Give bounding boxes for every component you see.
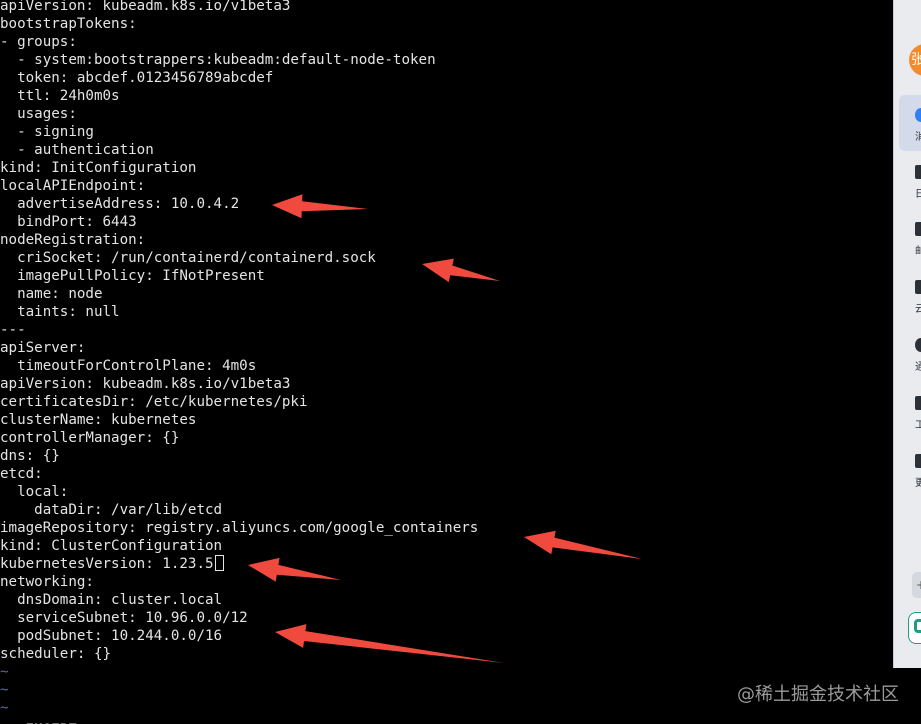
- annotation-arrow: [422, 258, 500, 283]
- annotation-arrow: [275, 624, 504, 663]
- calendar-icon: [915, 165, 921, 179]
- sidebar-item[interactable]: 通: [894, 338, 921, 382]
- annotation-arrow: [272, 194, 368, 219]
- annotation-arrow: [248, 557, 341, 582]
- sidebar-item[interactable]: 云: [894, 280, 921, 324]
- user-avatar[interactable]: 张: [909, 44, 921, 76]
- sidebar-item-label: 邮: [915, 242, 921, 257]
- contacts-icon: [915, 338, 921, 352]
- app-icon[interactable]: [908, 612, 921, 644]
- sidebar-item[interactable]: 邮: [894, 222, 921, 266]
- sidebar-item[interactable]: 更: [894, 454, 921, 498]
- annotation-arrows: [248, 194, 642, 663]
- sidebar-item-label: 更: [915, 474, 921, 489]
- sidebar-item-label: 日: [915, 185, 921, 200]
- terminal-editor[interactable]: apiVersion: kubeadm.k8s.io/v1beta3 bootst…: [0, 0, 893, 724]
- sidebar-item-label: 消: [915, 128, 921, 143]
- cloud-doc-icon: [915, 280, 921, 294]
- sidebar-item-label: 云: [915, 300, 921, 315]
- sidebar-item-label: 工: [915, 416, 921, 431]
- chat-app-sidebar: 张 消日邮云通工更 +: [893, 0, 921, 668]
- sidebar-item-label: 通: [915, 358, 921, 373]
- sidebar-item[interactable]: 日: [894, 165, 921, 209]
- mail-icon: [915, 222, 921, 236]
- watermark: @稀土掘金技术社区: [737, 684, 899, 705]
- sidebar-item[interactable]: 工: [894, 396, 921, 440]
- annotation-arrow: [524, 530, 642, 559]
- more-icon: [915, 454, 921, 468]
- sidebar-item[interactable]: 消: [894, 108, 921, 152]
- workbench-icon: [915, 396, 921, 410]
- message-icon: [915, 108, 921, 122]
- add-button[interactable]: +: [912, 572, 921, 598]
